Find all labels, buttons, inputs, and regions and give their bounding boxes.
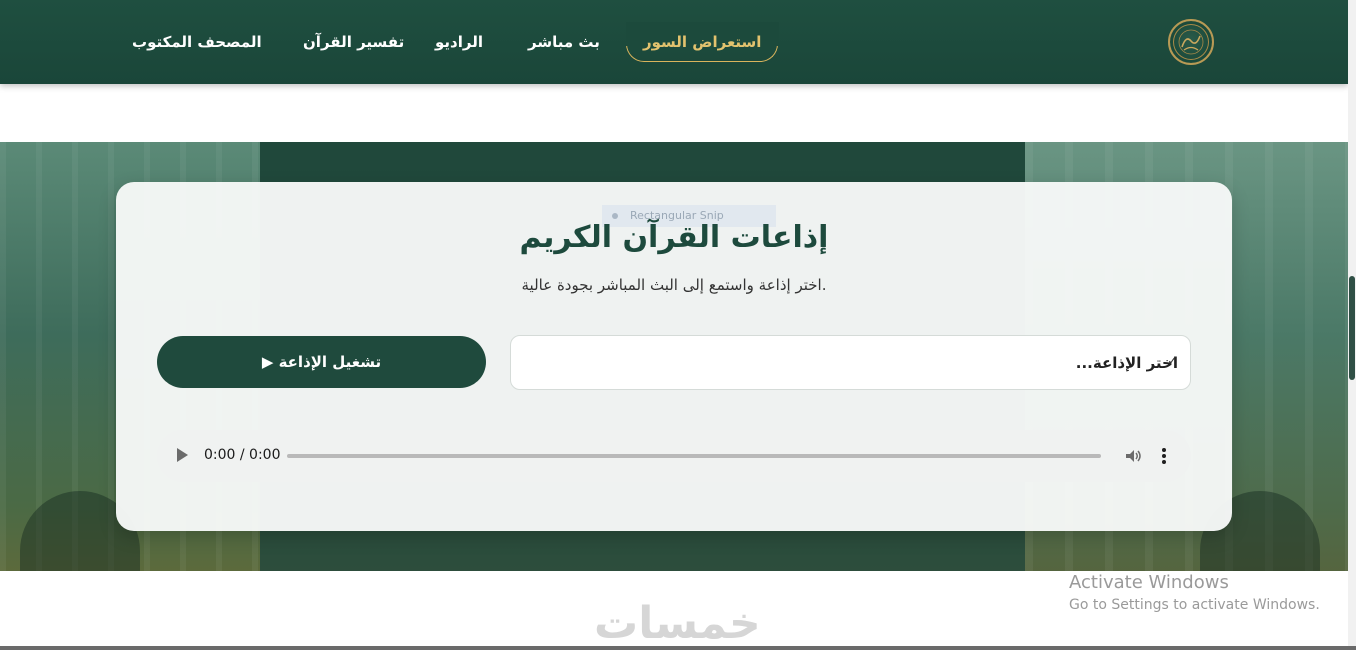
audio-time: 0:00 / 0:00 — [204, 447, 281, 463]
top-navbar: استعراض السور بث مباشر الراديو تفسير الق… — [0, 0, 1348, 84]
scrollbar-thumb[interactable] — [1349, 276, 1355, 380]
radio-card: Rectangular Snip إذاعات القرآن الكريم اخ… — [116, 182, 1232, 531]
nav-item-radio[interactable]: الراديو — [435, 22, 483, 62]
taskbar-edge — [0, 646, 1356, 650]
nav-label: المصحف المكتوب — [132, 33, 262, 51]
activate-title: Activate Windows — [1069, 572, 1229, 593]
snip-icon — [612, 213, 618, 219]
nav-label: تفسير القرآن — [303, 33, 405, 51]
audio-player: 0:00 / 0:00 — [157, 430, 1191, 482]
nav-item-mushaf[interactable]: المصحف المكتوب — [132, 22, 262, 62]
page-title: إذاعات القرآن الكريم — [519, 220, 829, 255]
more-options-icon[interactable] — [1159, 446, 1169, 466]
nav-item-tafsir[interactable]: تفسير القرآن — [303, 22, 404, 62]
nav-label: الراديو — [435, 33, 483, 51]
footer-brand-logo: خمسات — [594, 598, 761, 649]
nav-item-live[interactable]: بث مباشر — [528, 22, 600, 62]
nav-label: بث مباشر — [528, 33, 600, 51]
play-icon[interactable] — [177, 448, 188, 462]
audio-progress-track[interactable] — [287, 454, 1101, 458]
play-radio-label: ▶ تشغيل الإذاعة — [261, 353, 382, 371]
page-subtitle: اختر إذاعة واستمع إلى البث المباشر بجودة… — [521, 276, 827, 294]
radio-select[interactable]: ✓ اختر الإذاعة... — [510, 335, 1191, 390]
nav-label: استعراض السور — [643, 33, 762, 51]
calligraphy-icon — [1178, 29, 1204, 55]
radio-select-value: اختر الإذاعة... — [1075, 353, 1178, 372]
volume-icon[interactable] — [1123, 446, 1143, 466]
activate-subtitle: Go to Settings to activate Windows. — [1069, 597, 1320, 613]
play-radio-button[interactable]: ▶ تشغيل الإذاعة — [157, 336, 486, 388]
windows-activation-watermark: Activate Windows Go to Settings to activ… — [1069, 572, 1320, 613]
quran-logo-icon[interactable] — [1168, 19, 1214, 65]
page-scrollbar[interactable] — [1348, 0, 1356, 650]
nav-item-browse-surahs[interactable]: استعراض السور — [625, 22, 780, 62]
chevron-down-icon: ✓ — [1167, 354, 1178, 369]
